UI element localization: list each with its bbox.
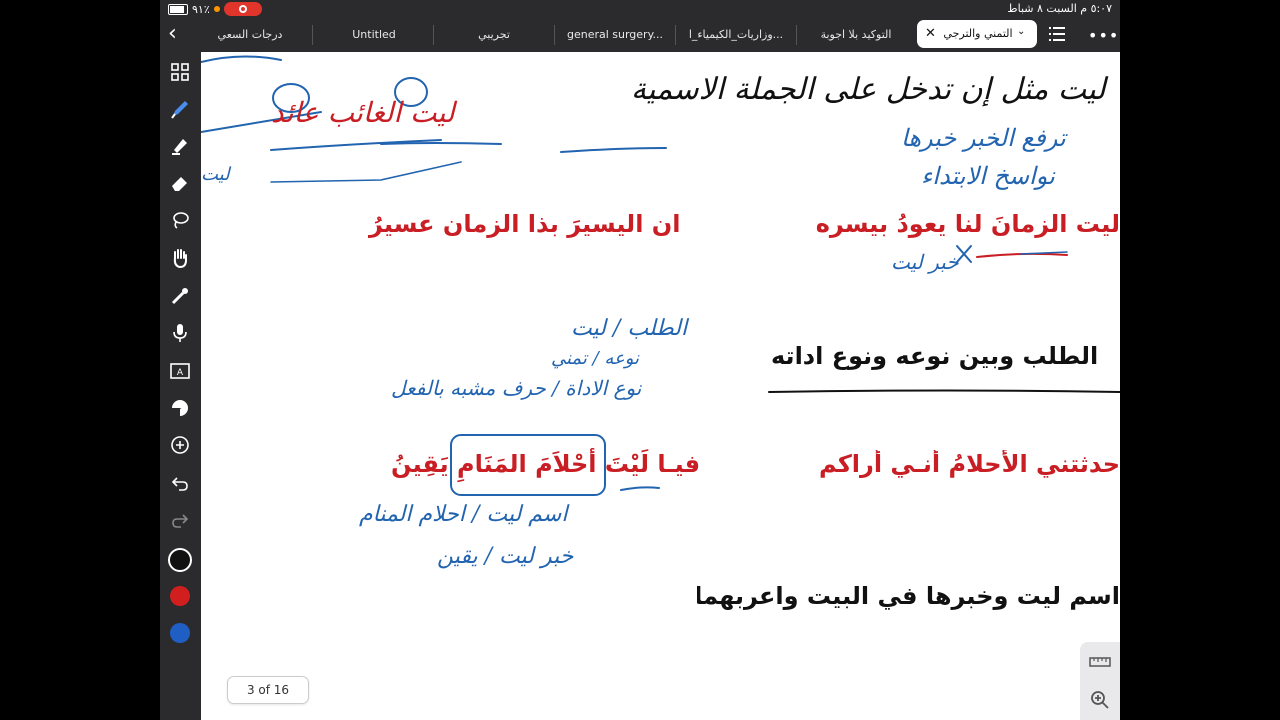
battery-percent: ٩١٪ (192, 2, 210, 16)
list-icon[interactable] (1049, 27, 1065, 41)
zoom-in-icon[interactable] (1088, 688, 1112, 712)
tab-daraja[interactable]: درجات السعي (190, 22, 310, 48)
clock-date: ٥:٠٧ م السبت ٨ شباط (1007, 2, 1112, 15)
ruler-icon[interactable] (1088, 650, 1112, 674)
tab-tajribi[interactable]: تجريبي (434, 22, 554, 48)
color-swatch-blue[interactable] (170, 623, 190, 643)
hand-icon[interactable] (168, 246, 192, 270)
hw-ism-layta: اسم ليت / احلام المنام (359, 502, 568, 527)
ipad-screen: ٩١٪ ٥:٠٧ م السبت ٨ شباط ‹ درجات السعي Un… (160, 0, 1120, 720)
status-bar: ٩١٪ ٥:٠٧ م السبت ٨ شباط (160, 0, 1120, 18)
verse2-first-hemistich: حدثتني الأحلامُ أنـي أراكم (819, 450, 1120, 478)
hw-black-header: ليت مثل إن تدخل على الجملة الاسمية (631, 72, 1106, 107)
question-identify-request: الطلب وبين نوعه ونوع اداته (771, 342, 1099, 370)
pen-icon[interactable] (168, 97, 192, 121)
tab-tawkeed[interactable]: التوكيد بلا اجوبة (797, 22, 915, 48)
verse2-part1: فيـا لَيْتَ (604, 450, 701, 478)
thumbnails-icon[interactable] (168, 60, 192, 84)
tab-general-surgery[interactable]: general surgery... (555, 22, 675, 48)
active-tab-label: التمني والترجي (943, 27, 1013, 40)
verse2-boxed-ism-layta: أحْلاَمَ المَنَامِ (457, 450, 597, 478)
redo-icon[interactable] (168, 508, 192, 532)
text-box-icon[interactable]: A (168, 359, 192, 383)
hw-answer-line1: الطلب / ليت (571, 316, 688, 341)
laser-pointer-icon[interactable] (168, 284, 192, 308)
color-swatch-black[interactable] (168, 548, 192, 572)
hw-khabar-layta: خبر ليت (891, 250, 959, 274)
verse1-second-hemistich: ان اليسيرَ بذا الزمان عسيرُ (369, 210, 681, 238)
document-page[interactable]: ليت الغائب عائد ليت مثل إن تدخل على الجم… (201, 52, 1120, 720)
page-tools-panel (1080, 642, 1120, 720)
handwriting-strokes (201, 55, 1120, 496)
screen-recording-icon[interactable] (223, 2, 262, 16)
more-options-icon[interactable]: ••• (1088, 26, 1119, 45)
highlighter-icon[interactable] (168, 134, 192, 158)
microphone-icon[interactable] (168, 321, 192, 345)
tab-chemistry[interactable]: وزاريات_الكيمياء_ا... (676, 22, 796, 48)
verse2-part2: يَقِينُ (391, 450, 449, 478)
tab-untitled[interactable]: Untitled (314, 22, 434, 48)
page-indicator: 3 of 16 (227, 676, 309, 704)
annotation-toolbar: A (160, 52, 201, 720)
sticker-icon[interactable] (168, 396, 192, 420)
hw-answer-line2: نوعه / تمني (551, 348, 640, 369)
hw-khabar-layta-yaqin: خبر ليت / يقين (437, 544, 574, 569)
color-swatch-red[interactable] (170, 586, 190, 606)
document-tab-bar: ‹ درجات السعي Untitled تجريبي general su… (160, 18, 1120, 52)
mic-in-use-icon (213, 6, 220, 12)
close-tab-icon[interactable]: ✕ (925, 26, 936, 41)
undo-icon[interactable] (168, 471, 192, 495)
chevron-down-icon[interactable]: ⌄ (1017, 26, 1025, 37)
lasso-icon[interactable] (168, 208, 192, 232)
eraser-icon[interactable] (168, 171, 192, 195)
hw-blue-small-left: ليت (201, 164, 230, 185)
hw-red-layta-alghaib: ليت الغائب عائد (271, 96, 455, 129)
tab-active-tamanni[interactable]: ✕ التمني والترجي ⌄ (917, 20, 1037, 48)
hw-blue-nawasikh: نواسخ الابتداء (921, 162, 1055, 190)
hw-answer-line3: نوع الاداة / حرف مشبه بالفعل (391, 376, 642, 400)
status-indicators: ٩١٪ (168, 2, 262, 16)
add-icon[interactable] (168, 433, 192, 457)
svg-text:A: A (177, 368, 184, 378)
verse2-second-hemistich: فيـا لَيْتَ أحْلاَمَ المَنَامِ يَقِينُ (391, 450, 700, 478)
question-ism-khabar-parse: اسم ليت وخبرها في البيت واعربهما (697, 582, 1120, 610)
back-chevron-icon[interactable]: ‹ (168, 23, 190, 47)
hw-blue-tarfa: ترفع الخبر خبرها (901, 124, 1066, 152)
verse1-first-hemistich: ليت الزمانَ لنا يعودُ بيسره (815, 210, 1120, 238)
tab-divider (312, 25, 313, 45)
battery-icon (168, 3, 188, 15)
